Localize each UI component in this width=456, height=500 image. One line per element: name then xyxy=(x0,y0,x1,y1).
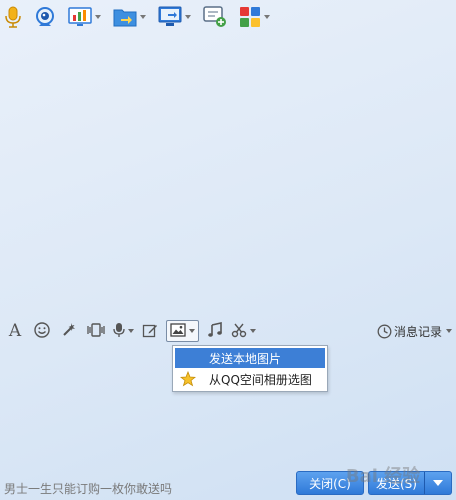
menu-item-label: 从QQ空间相册选图 xyxy=(209,372,312,387)
microphone-icon xyxy=(4,6,22,28)
message-add-icon xyxy=(203,6,227,28)
screenshot-button[interactable] xyxy=(231,320,256,342)
input-toolbar: A 消息记录 xyxy=(0,318,456,344)
star-icon xyxy=(175,371,201,387)
chevron-down-icon xyxy=(250,329,256,333)
menu-item-send-local-image[interactable]: 发送本地图片 xyxy=(175,348,325,368)
webcam-icon xyxy=(34,6,56,28)
chevron-down-icon xyxy=(185,15,191,19)
message-history-label: 消息记录 xyxy=(393,324,442,339)
apps-grid-icon xyxy=(239,6,261,28)
magic-wand-icon xyxy=(61,322,77,341)
status-text: 男士一生只能订购一枚你敢送吗 xyxy=(4,482,173,496)
image-icon xyxy=(170,322,186,340)
scissors-icon xyxy=(231,322,247,341)
font-icon: A xyxy=(8,321,22,341)
voice-message-button[interactable] xyxy=(112,320,134,342)
chevron-down-icon xyxy=(189,329,195,333)
send-file-icon xyxy=(113,7,137,27)
chevron-down-icon xyxy=(446,329,452,333)
edit-icon xyxy=(142,322,158,341)
image-popup-menu: 发送本地图片 从QQ空间相册选图 xyxy=(172,345,328,392)
message-display-area xyxy=(0,34,456,314)
remote-desktop-icon xyxy=(158,6,182,28)
emoji-button[interactable] xyxy=(31,320,53,342)
video-call-button[interactable] xyxy=(34,4,56,30)
menu-item-qzone-album[interactable]: 从QQ空间相册选图 xyxy=(175,369,325,389)
send-options-button[interactable] xyxy=(424,471,452,495)
message-history-button[interactable]: 消息记录 xyxy=(377,318,452,344)
chevron-down-icon xyxy=(127,329,134,333)
create-discussion-button[interactable] xyxy=(203,4,227,30)
smiley-icon xyxy=(34,321,50,341)
chevron-down-icon xyxy=(264,15,270,19)
apps-button[interactable] xyxy=(239,4,270,30)
send-image-button[interactable] xyxy=(166,320,199,342)
font-button[interactable]: A xyxy=(4,320,26,342)
magic-emoji-button[interactable] xyxy=(58,320,80,342)
shake-icon xyxy=(86,322,106,341)
microphone-icon xyxy=(112,322,125,341)
top-toolbar xyxy=(0,0,456,34)
chevron-down-icon xyxy=(140,15,146,19)
voice-call-button[interactable] xyxy=(4,4,22,30)
shake-window-button[interactable] xyxy=(85,320,107,342)
clock-icon xyxy=(377,324,394,339)
screen-share-icon xyxy=(68,7,92,27)
send-button[interactable]: 发送(S) xyxy=(368,471,424,495)
chevron-down-icon xyxy=(433,480,443,486)
screen-share-button[interactable] xyxy=(68,4,101,30)
chevron-down-icon xyxy=(95,15,101,19)
close-button[interactable]: 关闭(C) xyxy=(296,471,364,495)
music-button[interactable] xyxy=(204,320,226,342)
remote-desktop-button[interactable] xyxy=(158,4,191,30)
doodle-button[interactable] xyxy=(139,320,161,342)
music-note-icon xyxy=(207,321,223,341)
menu-item-label: 发送本地图片 xyxy=(209,351,282,366)
send-file-button[interactable] xyxy=(113,4,146,30)
